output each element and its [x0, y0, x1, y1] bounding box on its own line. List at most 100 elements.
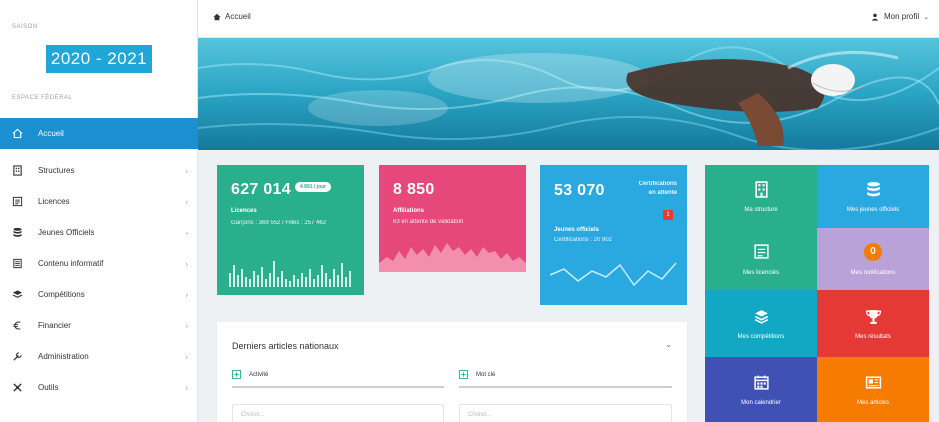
licences-per-day-badge: 4 891 / jour: [295, 182, 332, 192]
jeunes-label: Jeunes officiels: [554, 227, 600, 233]
profile-label: Mon profil: [884, 12, 920, 21]
tile-mes-licencies[interactable]: Mes licenciés: [705, 228, 817, 290]
tile-label: Mon calendrier: [741, 400, 781, 406]
chevron-down-icon[interactable]: ⌄: [665, 340, 672, 349]
licences-label: Licences: [231, 208, 257, 214]
tile-label: Mes compétitions: [737, 334, 785, 340]
tile-label: Mes notifications: [850, 269, 896, 276]
home-icon: [213, 13, 221, 20]
tile-mes-articles[interactable]: Mes articles: [817, 357, 929, 422]
articles-title: Derniers articles nationaux: [232, 341, 339, 351]
tile-label: Mes résultats: [855, 334, 891, 340]
breadcrumb-label: Accueil: [225, 12, 251, 21]
tile-label: Mes licenciés: [742, 269, 779, 276]
jeunes-detail: Certifications : 20 902: [554, 237, 613, 243]
season-selector[interactable]: 2020 - 2021: [46, 45, 152, 73]
trophy-icon: [864, 307, 882, 325]
divider: [459, 386, 672, 388]
home-icon: [10, 127, 24, 141]
card-licences[interactable]: 627 014 4 891 / jour Licences Garçons : …: [217, 165, 364, 295]
activite-select[interactable]: Choisir...: [232, 404, 444, 422]
id-card-icon: [10, 195, 24, 209]
sidebar-item-financier[interactable]: Financier ›: [0, 310, 198, 341]
sidebar-item-accueil[interactable]: Accueil: [0, 118, 198, 149]
card-jeunes-officiels[interactable]: 53 070 Certifications en attente 1 Jeune…: [540, 165, 687, 305]
tile-label: Mes jeunes officiels: [846, 207, 900, 213]
mot-cle-select[interactable]: Choisir...: [459, 404, 672, 422]
database-icon: [10, 226, 24, 240]
sidebar-item-label: Outils: [38, 383, 59, 392]
affiliations-value: 8 850: [393, 181, 435, 198]
season-label: SAISON: [12, 24, 38, 30]
sidebar-item-structures[interactable]: Structures ›: [0, 155, 198, 186]
tile-mon-calendrier[interactable]: Mon calendrier: [705, 357, 817, 422]
newspaper-icon: [864, 373, 882, 391]
chevron-right-icon: ›: [185, 259, 188, 268]
database-icon: [864, 180, 882, 198]
chevron-right-icon: ›: [185, 166, 188, 175]
licences-sparkbars: [229, 261, 351, 287]
sidebar-item-competitions[interactable]: Compétitions ›: [0, 279, 198, 310]
divider: [232, 386, 444, 388]
jeunes-line-chart: [550, 262, 677, 287]
pending-badge: 1: [663, 210, 673, 220]
sidebar-item-label: Compétitions: [38, 290, 85, 299]
banner-image: [198, 38, 939, 150]
sidebar-item-jeunes-officiels[interactable]: Jeunes Officiels ›: [0, 217, 198, 248]
sidebar: SAISON 2020 - 2021 ESPACE FÉDÉRAL Accuei…: [0, 0, 198, 422]
tile-ma-structure[interactable]: Ma structure: [705, 165, 817, 228]
calendar-plus-icon: [459, 370, 468, 379]
affiliations-detail: 63 en attente de validation: [393, 219, 464, 225]
tools-icon: [10, 381, 24, 395]
id-card-icon: [752, 243, 770, 261]
building-icon: [752, 180, 770, 198]
tile-label: Ma structure: [744, 207, 778, 213]
tile-label: Mes articles: [856, 400, 889, 406]
sidebar-item-label: Administration: [38, 352, 89, 361]
chevron-right-icon: ›: [185, 197, 188, 206]
sidebar-item-label: Financier: [38, 321, 71, 330]
sidebar-item-label: Accueil: [38, 129, 64, 138]
sidebar-item-label: Jeunes Officiels: [38, 228, 95, 237]
wrench-icon: [10, 350, 24, 364]
tile-mes-resultats[interactable]: Mes résultats: [817, 290, 929, 357]
affiliations-label: Affiliations: [393, 208, 424, 214]
tile-mes-competitions[interactable]: Mes compétitions: [705, 290, 817, 357]
layers-icon: [752, 307, 770, 325]
sidebar-item-label: Structures: [38, 166, 75, 175]
licences-value: 627 014: [231, 181, 291, 198]
filter-activite[interactable]: Activité: [232, 370, 268, 379]
sidebar-item-administration[interactable]: Administration ›: [0, 341, 198, 372]
card-affiliations[interactable]: 8 850 Affiliations 63 en attente de vali…: [379, 165, 526, 272]
calendar-plus-icon: [232, 370, 241, 379]
chevron-right-icon: ›: [185, 228, 188, 237]
chevron-right-icon: ›: [185, 321, 188, 330]
user-icon: [871, 13, 879, 21]
sidebar-item-licences[interactable]: Licences ›: [0, 186, 198, 217]
calendar-icon: [752, 373, 770, 391]
topbar: Accueil Mon profil ⌄: [198, 0, 939, 38]
chevron-right-icon: ›: [185, 290, 188, 299]
layers-icon: [10, 288, 24, 302]
document-icon: [10, 257, 24, 271]
tile-mes-notifications[interactable]: 0 Mes notifications: [817, 228, 929, 290]
profile-menu[interactable]: Mon profil ⌄: [871, 12, 929, 21]
certifications-pending-line2: en attente: [648, 190, 677, 196]
chevron-down-icon: ⌄: [923, 13, 929, 21]
tile-mes-jeunes-officiels[interactable]: Mes jeunes officiels: [817, 165, 929, 228]
filter-label: Activité: [249, 371, 269, 378]
affiliations-area-chart: [379, 243, 526, 272]
licences-detail: Garçons : 369 552 / Filles : 257 462: [231, 220, 327, 226]
swimmer-illustration: [198, 38, 939, 150]
breadcrumb[interactable]: Accueil: [213, 12, 251, 21]
space-label: ESPACE FÉDÉRAL: [12, 95, 73, 101]
sidebar-item-outils[interactable]: Outils ›: [0, 372, 198, 403]
chevron-right-icon: ›: [185, 352, 188, 361]
articles-panel: Derniers articles nationaux ⌄ Activité M…: [217, 322, 687, 422]
notification-icon: 0: [864, 242, 882, 261]
filter-label: Mot clé: [476, 371, 496, 378]
filter-mot-cle[interactable]: Mot clé: [459, 370, 495, 379]
euro-icon: [10, 319, 24, 333]
sidebar-item-contenu-informatif[interactable]: Contenu informatif ›: [0, 248, 198, 279]
sidebar-item-label: Contenu informatif: [38, 259, 104, 268]
